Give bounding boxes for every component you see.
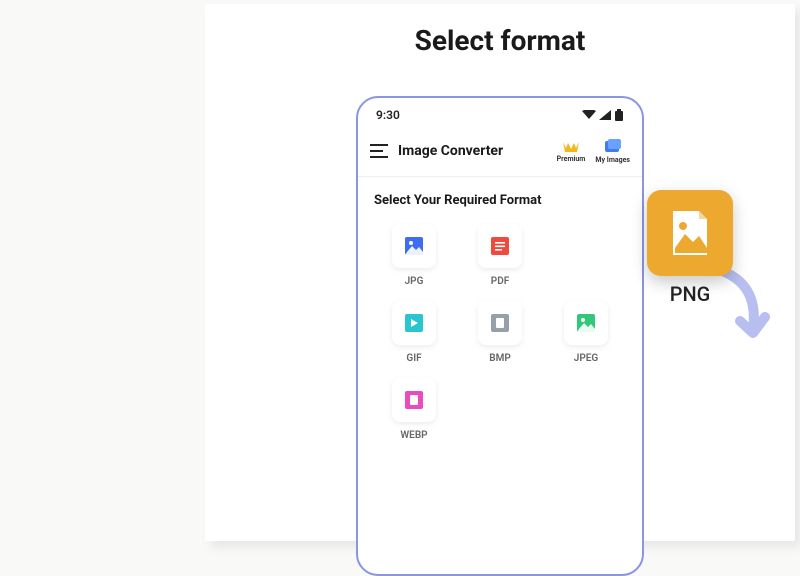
format-icon-box	[478, 301, 522, 345]
format-label: PNG	[576, 276, 596, 287]
format-tile-bmp[interactable]: BMP	[464, 301, 536, 364]
crown-icon	[562, 139, 580, 153]
my-images-label: My Images	[595, 156, 630, 164]
format-tile-pdf[interactable]: PDF	[464, 224, 536, 287]
play-icon	[405, 314, 423, 332]
document-icon	[491, 237, 509, 255]
format-label: WEBP	[400, 430, 427, 441]
phone-frame: 9:30 Image Converter Premium My Images S…	[356, 96, 644, 576]
format-grid: JPG PDF PNG GIF	[358, 218, 642, 447]
featured-icon-box	[647, 190, 733, 276]
menu-button[interactable]	[370, 144, 388, 158]
format-icon-box	[478, 224, 522, 268]
format-icon-box	[392, 224, 436, 268]
section-title: Select Your Required Format	[358, 177, 642, 218]
file-icon	[405, 391, 423, 409]
image-icon	[405, 237, 423, 255]
app-title: Image Converter	[398, 143, 547, 159]
status-icons	[582, 109, 624, 121]
wifi-icon	[582, 110, 596, 120]
format-tile-jpeg[interactable]: JPEG	[550, 301, 622, 364]
premium-button[interactable]: Premium	[557, 139, 586, 163]
format-icon-box	[392, 301, 436, 345]
app-header: Image Converter Premium My Images	[358, 126, 642, 172]
image-icon	[577, 314, 595, 332]
format-icon-box	[564, 224, 608, 268]
format-label: JPG	[405, 276, 424, 287]
file-icon	[491, 314, 509, 332]
format-label: GIF	[406, 353, 421, 364]
format-label: PDF	[491, 276, 509, 287]
battery-icon	[614, 109, 624, 121]
signal-icon	[599, 110, 611, 120]
featured-format[interactable]: PNG	[647, 190, 733, 306]
page-title: Select format	[415, 24, 586, 57]
premium-label: Premium	[557, 155, 586, 163]
format-icon-box	[564, 301, 608, 345]
status-time: 9:30	[376, 108, 400, 122]
image-large-icon	[665, 208, 715, 258]
format-tile-jpg[interactable]: JPG	[378, 224, 450, 287]
format-tile-gif[interactable]: GIF	[378, 301, 450, 364]
my-images-button[interactable]: My Images	[595, 138, 630, 164]
status-bar: 9:30	[358, 98, 642, 126]
format-icon-box	[392, 378, 436, 422]
format-label: JPEG	[574, 353, 598, 364]
featured-label: PNG	[670, 282, 711, 306]
format-tile-webp[interactable]: WEBP	[378, 378, 450, 441]
format-label: BMP	[489, 353, 511, 364]
images-icon	[604, 138, 622, 154]
